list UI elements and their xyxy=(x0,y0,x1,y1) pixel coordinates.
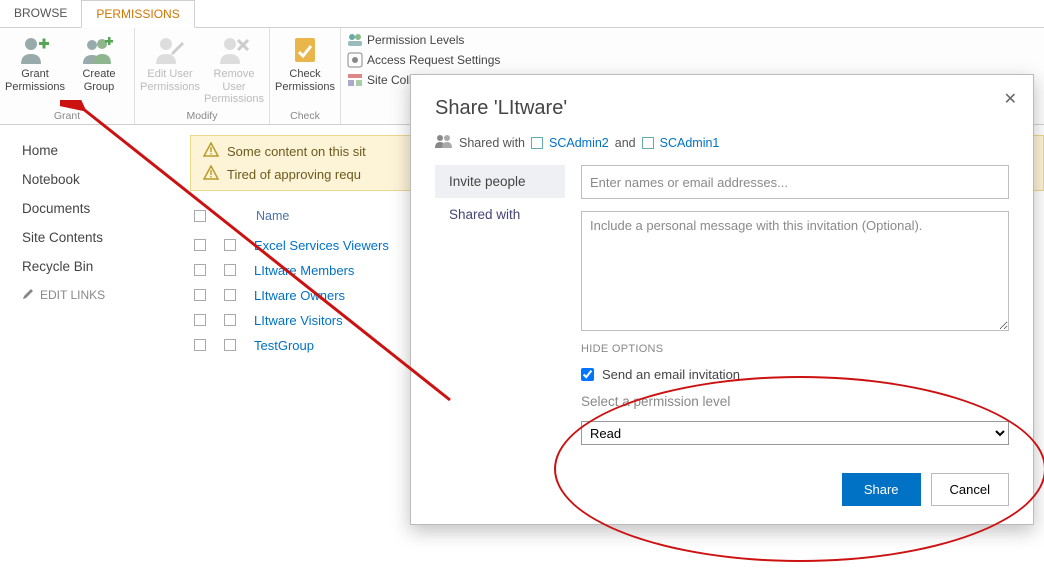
user-plus-icon xyxy=(19,34,51,66)
send-email-label: Send an email invitation xyxy=(602,367,740,382)
remove-user-permissions-button[interactable]: Remove User Permissions xyxy=(205,32,263,108)
site-icon xyxy=(347,72,363,88)
sidebar-item-recycle-bin[interactable]: Recycle Bin xyxy=(22,259,190,274)
user-checkbox-1[interactable] xyxy=(531,137,543,149)
row-checkbox[interactable] xyxy=(194,314,206,326)
ribbon-group-grant: Grant Permissions Create Group Grant xyxy=(0,28,135,124)
hide-options-toggle[interactable]: HIDE OPTIONS xyxy=(581,343,1009,355)
pencil-icon xyxy=(22,288,34,303)
group-icon xyxy=(347,32,363,48)
dialog-title: Share 'LItware' xyxy=(435,97,1009,120)
create-group-label: Create Group xyxy=(82,68,115,93)
row-type-checkbox[interactable] xyxy=(224,289,236,301)
group-icon xyxy=(435,134,453,151)
row-checkbox[interactable] xyxy=(194,239,206,251)
ribbon-group-modify-label: Modify xyxy=(141,110,263,122)
row-type-checkbox[interactable] xyxy=(224,264,236,276)
tab-browse[interactable]: BROWSE xyxy=(0,0,81,27)
grant-permissions-label: Grant Permissions xyxy=(5,68,65,93)
tab-invite-people[interactable]: Invite people xyxy=(435,165,565,198)
user-edit-icon xyxy=(154,34,186,66)
dialog-tabs: Invite people Shared with xyxy=(435,165,565,506)
check-permissions-button[interactable]: Check Permissions xyxy=(276,32,334,108)
remove-user-permissions-label: Remove User Permissions xyxy=(204,68,264,106)
permission-level-select[interactable]: Read xyxy=(581,421,1009,445)
column-name[interactable]: Name xyxy=(256,209,289,223)
ribbon-group-modify: Edit User Permissions Remove User Permis… xyxy=(135,28,270,124)
group-plus-icon xyxy=(83,34,115,66)
edit-user-permissions-button[interactable]: Edit User Permissions xyxy=(141,32,199,108)
group-link[interactable]: TestGroup xyxy=(254,338,314,353)
sidebar-item-documents[interactable]: Documents xyxy=(22,201,190,216)
ribbon-group-check-label: Check xyxy=(276,110,334,122)
user-remove-icon xyxy=(218,34,250,66)
group-link[interactable]: Excel Services Viewers xyxy=(254,238,389,253)
group-link[interactable]: LItware Visitors xyxy=(254,313,343,328)
group-link[interactable]: LItware Members xyxy=(254,263,354,278)
cancel-button[interactable]: Cancel xyxy=(931,473,1009,506)
permission-levels-link[interactable]: Permission Levels xyxy=(347,32,500,48)
shared-user-1[interactable]: SCAdmin2 xyxy=(549,136,609,150)
share-button[interactable]: Share xyxy=(842,473,921,506)
edit-links-button[interactable]: EDIT LINKS xyxy=(22,288,190,303)
message-line-2: Tired of approving requ xyxy=(227,167,361,182)
badge-check-icon xyxy=(289,34,321,66)
user-checkbox-2[interactable] xyxy=(642,137,654,149)
sidebar: Home Notebook Documents Site Contents Re… xyxy=(0,125,190,358)
warning-icon xyxy=(203,165,219,184)
row-type-checkbox[interactable] xyxy=(224,239,236,251)
row-checkbox[interactable] xyxy=(194,339,206,351)
ribbon-tabs: BROWSE PERMISSIONS xyxy=(0,0,1044,28)
settings-icon xyxy=(347,52,363,68)
send-email-row[interactable]: Send an email invitation xyxy=(581,367,1009,382)
access-request-settings-link[interactable]: Access Request Settings xyxy=(347,52,500,68)
site-collection-label: Site Coll xyxy=(367,73,412,87)
permission-levels-label: Permission Levels xyxy=(367,33,464,47)
edit-user-permissions-label: Edit User Permissions xyxy=(140,68,200,93)
warning-icon xyxy=(203,142,219,161)
select-all-checkbox[interactable] xyxy=(194,210,206,222)
select-permission-label: Select a permission level xyxy=(581,394,1009,409)
shared-user-2[interactable]: SCAdmin1 xyxy=(660,136,720,150)
row-type-checkbox[interactable] xyxy=(224,339,236,351)
close-icon[interactable]: ✕ xyxy=(1004,89,1017,109)
row-type-checkbox[interactable] xyxy=(224,314,236,326)
share-dialog: ✕ Share 'LItware' Shared with SCAdmin2 a… xyxy=(410,74,1034,525)
names-input[interactable] xyxy=(581,165,1009,199)
sidebar-item-home[interactable]: Home xyxy=(22,143,190,158)
ribbon-group-check: Check Permissions Check xyxy=(270,28,341,124)
grant-permissions-button[interactable]: Grant Permissions xyxy=(6,32,64,108)
edit-links-label: EDIT LINKS xyxy=(40,288,105,302)
check-permissions-label: Check Permissions xyxy=(275,68,335,93)
row-checkbox[interactable] xyxy=(194,289,206,301)
sidebar-item-site-contents[interactable]: Site Contents xyxy=(22,230,190,245)
ribbon-group-grant-label: Grant xyxy=(6,110,128,122)
send-email-checkbox[interactable] xyxy=(581,368,594,381)
group-link[interactable]: LItware Owners xyxy=(254,288,345,303)
message-line-1: Some content on this sit xyxy=(227,144,366,159)
message-textarea[interactable] xyxy=(581,211,1009,331)
and-text: and xyxy=(615,136,636,150)
shared-with-line: Shared with SCAdmin2 and SCAdmin1 xyxy=(435,134,1009,151)
shared-with-label: Shared with xyxy=(459,136,525,150)
tab-shared-with[interactable]: Shared with xyxy=(435,198,565,231)
tab-permissions[interactable]: PERMISSIONS xyxy=(81,0,194,28)
sidebar-item-notebook[interactable]: Notebook xyxy=(22,172,190,187)
access-request-settings-label: Access Request Settings xyxy=(367,53,500,67)
create-group-button[interactable]: Create Group xyxy=(70,32,128,108)
row-checkbox[interactable] xyxy=(194,264,206,276)
